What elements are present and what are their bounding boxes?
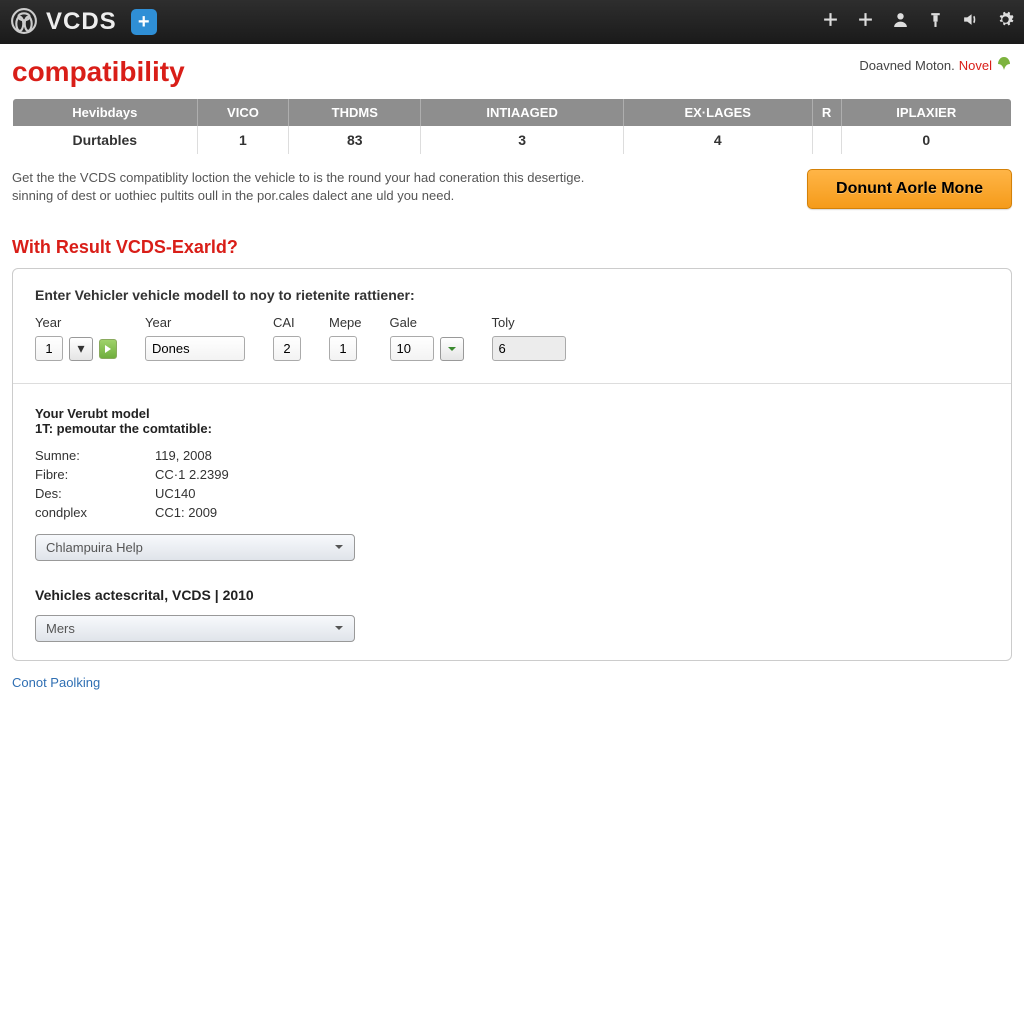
page-header: compatibility Doavned Moton. Novel <box>12 56 1012 98</box>
stats-cell: Durtables <box>13 126 198 155</box>
spec-row: Sumne: 119, 2008 <box>35 446 989 465</box>
brand: VCDS + <box>10 7 157 38</box>
header-right-link[interactable]: Novel <box>959 58 992 73</box>
page: compatibility Doavned Moton. Novel Hevib… <box>0 44 1024 702</box>
stats-header: Hevibdays <box>13 99 198 127</box>
input-cai[interactable] <box>273 336 301 361</box>
stats-table: Hevibdays VICO THDMS INTIAAGED EX·LAGES … <box>12 98 1012 155</box>
spec-key: Sumne: <box>35 448 155 463</box>
header-right: Doavned Moton. Novel <box>859 56 1012 75</box>
plus2-icon[interactable] <box>857 11 874 33</box>
year1-go-icon[interactable] <box>99 339 117 359</box>
label-year1: Year <box>35 315 117 330</box>
field-toly: Toly <box>492 315 566 361</box>
add-button[interactable]: + <box>131 9 157 35</box>
chevron-down-icon <box>334 621 344 636</box>
label-mepe: Mepe <box>329 315 362 330</box>
field-year2: Year <box>145 315 245 361</box>
stats-cell: 83 <box>289 126 421 155</box>
intro-row: Get the the VCDS compatiblity loction th… <box>12 169 1012 209</box>
intro-line2: sinning of dest or uothiec pultits oull … <box>12 188 454 203</box>
leaf-icon <box>996 56 1012 75</box>
label-gale: Gale <box>390 315 464 330</box>
intro-line1: Get the the VCDS compatiblity loction th… <box>12 170 584 185</box>
field-gale: Gale <box>390 315 464 361</box>
topbar: VCDS + <box>0 0 1024 44</box>
cta-button[interactable]: Donunt Aorle Mone <box>807 169 1012 209</box>
spec-val: 119, 2008 <box>155 448 212 463</box>
intro-text: Get the the VCDS compatiblity loction th… <box>12 169 787 205</box>
input-gale[interactable] <box>390 336 434 361</box>
footer-link[interactable]: Conot Paolking <box>12 675 100 690</box>
input-toly[interactable] <box>492 336 566 361</box>
stats-header: THDMS <box>289 99 421 127</box>
volume-icon[interactable] <box>962 11 979 33</box>
header-right-text: Doavned Moton. <box>859 58 954 73</box>
form-panel: Enter Vehicler vehicle modell to noy to … <box>12 268 1012 661</box>
vehicles-dropdown[interactable]: Mers <box>35 615 355 642</box>
stats-cell: 4 <box>623 126 812 155</box>
stats-cell <box>812 126 841 155</box>
chevron-down-icon <box>334 540 344 555</box>
brand-logo-icon <box>10 7 38 38</box>
stats-header: VICO <box>197 99 289 127</box>
spec-key: Des: <box>35 486 155 501</box>
field-mepe: Mepe <box>329 315 362 361</box>
spec-key: condplex <box>35 505 155 520</box>
spec-key: Fibre: <box>35 467 155 482</box>
stats-header: EX·LAGES <box>623 99 812 127</box>
result-head: Your Verubt model <box>35 406 989 421</box>
form-row: Year ▾ Year CAI Mepe Gale <box>35 315 989 361</box>
brand-text: VCDS <box>46 8 117 36</box>
plus-icon[interactable] <box>822 11 839 33</box>
input-year1[interactable] <box>35 336 63 361</box>
help-dropdown[interactable]: Chlampuira Help <box>35 534 355 561</box>
spec-row: Des: UC140 <box>35 484 989 503</box>
label-cai: CAI <box>273 315 301 330</box>
pin-icon[interactable] <box>927 11 944 33</box>
input-mepe[interactable] <box>329 336 357 361</box>
stats-header: INTIAAGED <box>421 99 624 127</box>
field-cai: CAI <box>273 315 301 361</box>
page-title: compatibility <box>12 56 185 88</box>
input-year2[interactable] <box>145 336 245 361</box>
spec-row: Fibre: CC·1 2.2399 <box>35 465 989 484</box>
spec-val: UC140 <box>155 486 195 501</box>
gale-dropdown-icon[interactable] <box>440 337 464 361</box>
spec-val: CC·1 2.2399 <box>155 467 229 482</box>
topbar-actions <box>822 11 1014 33</box>
spec-row: condplex CC1: 2009 <box>35 503 989 522</box>
stats-cell: 1 <box>197 126 289 155</box>
spec-val: CC1: 2009 <box>155 505 217 520</box>
vehicles-dropdown-label: Mers <box>46 621 75 636</box>
result-block: Your Verubt model 1T: pemoutar the comta… <box>35 406 989 642</box>
label-toly: Toly <box>492 315 566 330</box>
gear-icon[interactable] <box>997 11 1014 33</box>
stats-cell: 0 <box>841 126 1011 155</box>
help-dropdown-label: Chlampuira Help <box>46 540 143 555</box>
divider <box>13 383 1011 384</box>
stats-cell: 3 <box>421 126 624 155</box>
vehicles-label: Vehicles actescrital, VCDS | 2010 <box>35 587 989 603</box>
form-prompt: Enter Vehicler vehicle modell to noy to … <box>35 287 989 303</box>
subhead: With Result VCDS-Exarld? <box>12 237 1012 258</box>
label-year2: Year <box>145 315 245 330</box>
result-sub: 1T: pemoutar the comtatible: <box>35 421 989 436</box>
field-year1: Year ▾ <box>35 315 117 361</box>
year1-stepper[interactable]: ▾ <box>69 337 93 361</box>
person-icon[interactable] <box>892 11 909 33</box>
stats-header: R <box>812 99 841 127</box>
stats-header: IPLAXIER <box>841 99 1011 127</box>
